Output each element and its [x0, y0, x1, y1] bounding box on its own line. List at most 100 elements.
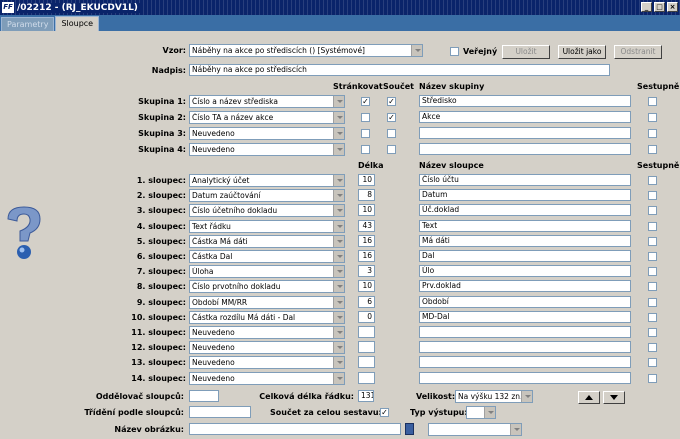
group-select[interactable]: Neuvedeno — [189, 127, 345, 140]
column-name-input[interactable]: Úč.doklad — [419, 204, 631, 216]
column-sestupne-checkbox[interactable] — [648, 237, 657, 246]
group-strankovat-checkbox[interactable]: ✓ — [361, 97, 370, 106]
column-sestupne-checkbox[interactable] — [648, 267, 657, 276]
typ-vystupu-select[interactable] — [466, 406, 496, 419]
column-name-input[interactable] — [419, 326, 631, 338]
column-length-input[interactable]: 3 — [358, 265, 375, 277]
column-length-input[interactable] — [358, 356, 375, 368]
group-sestupne-checkbox[interactable] — [648, 129, 657, 138]
column-name-input[interactable]: Dal — [419, 250, 631, 262]
velikost-select[interactable]: Na výšku 132 zn. — [455, 390, 533, 403]
column-sestupne-checkbox[interactable] — [648, 176, 657, 185]
minimize-button[interactable]: _ — [641, 2, 652, 12]
column-select[interactable]: Neuvedeno — [189, 326, 345, 339]
obrazek-input[interactable] — [189, 423, 401, 435]
oddelovac-input[interactable] — [189, 390, 219, 402]
column-length-input[interactable]: 10 — [358, 174, 375, 186]
column-name-input[interactable]: Číslo účtu — [419, 174, 631, 186]
column-select[interactable]: Neuvedeno — [189, 372, 345, 385]
group-strankovat-checkbox[interactable] — [361, 113, 370, 122]
column-sestupne-checkbox[interactable] — [648, 191, 657, 200]
move-down-button[interactable] — [603, 391, 625, 404]
column-sestupne-checkbox[interactable] — [648, 358, 657, 367]
soucet-sestavy-checkbox[interactable]: ✓ — [380, 408, 389, 417]
maximize-button[interactable]: □ — [654, 2, 665, 12]
column-select[interactable]: Období MM/RR — [189, 296, 345, 309]
column-name-input[interactable] — [419, 372, 631, 384]
verejny-checkbox[interactable] — [450, 47, 459, 56]
column-length-input[interactable] — [358, 326, 375, 338]
group-sestupne-checkbox[interactable] — [648, 113, 657, 122]
column-sestupne-checkbox[interactable] — [648, 374, 657, 383]
delete-button[interactable]: Odstranit — [614, 45, 662, 59]
group-name-input[interactable]: Akce — [419, 111, 631, 123]
column-length-input[interactable]: 43 — [358, 220, 375, 232]
column-sestupne-checkbox[interactable] — [648, 298, 657, 307]
obrazek-select[interactable] — [428, 423, 522, 436]
column-select[interactable]: Datum zaúčtování — [189, 189, 345, 202]
group-select[interactable]: Číslo a název střediska — [189, 95, 345, 108]
column-length-input[interactable] — [358, 372, 375, 384]
group-sestupne-checkbox[interactable] — [648, 145, 657, 154]
column-name-input[interactable]: MD-Dal — [419, 311, 631, 323]
group-name-input[interactable] — [419, 143, 631, 155]
group-select[interactable]: Číslo TA a název akce — [189, 111, 345, 124]
column-name-input[interactable]: Má dáti — [419, 235, 631, 247]
column-length-input[interactable]: 16 — [358, 235, 375, 247]
column-name-input[interactable]: Text — [419, 220, 631, 232]
group-name-input[interactable]: Středisko — [419, 95, 631, 107]
trideni-input[interactable] — [189, 406, 251, 418]
column-length-input[interactable]: 6 — [358, 296, 375, 308]
group-soucet-checkbox[interactable] — [387, 145, 396, 154]
group-soucet-checkbox[interactable]: ✓ — [387, 97, 396, 106]
column-label: 4. sloupec: — [136, 222, 186, 231]
column-length-input[interactable]: 8 — [358, 189, 375, 201]
column-length-input[interactable] — [358, 341, 375, 353]
vzor-select[interactable]: Náběhy na akce po střediscích () [Systém… — [189, 44, 423, 57]
column-name-input[interactable] — [419, 341, 631, 353]
group-strankovat-checkbox[interactable] — [361, 145, 370, 154]
column-length-input[interactable]: 10 — [358, 204, 375, 216]
nadpis-input[interactable]: Náběhy na akce po střediscích — [189, 64, 610, 76]
column-sestupne-checkbox[interactable] — [648, 206, 657, 215]
column-sestupne-checkbox[interactable] — [648, 222, 657, 231]
tab-sloupce[interactable]: Sloupce — [55, 16, 100, 31]
column-select[interactable]: Číslo účetního dokladu — [189, 204, 345, 217]
column-name-input[interactable] — [419, 356, 631, 368]
group-strankovat-checkbox[interactable] — [361, 129, 370, 138]
move-up-button[interactable] — [578, 391, 600, 404]
column-select[interactable]: Částka Dal — [189, 250, 345, 263]
column-sestupne-checkbox[interactable] — [648, 343, 657, 352]
column-sestupne-checkbox[interactable] — [648, 282, 657, 291]
chevron-down-icon — [411, 45, 422, 56]
group-name-input[interactable] — [419, 127, 631, 139]
column-select[interactable]: Částka Má dáti — [189, 235, 345, 248]
column-length-input[interactable]: 10 — [358, 280, 375, 292]
column-select[interactable]: Číslo prvotního dokladu — [189, 280, 345, 293]
group-sestupne-checkbox[interactable] — [648, 97, 657, 106]
group-select[interactable]: Neuvedeno — [189, 143, 345, 156]
browse-list-icon[interactable] — [405, 423, 414, 435]
column-select[interactable]: Neuvedeno — [189, 341, 345, 354]
column-length-input[interactable]: 16 — [358, 250, 375, 262]
column-select[interactable]: Analytický účet — [189, 174, 345, 187]
column-name-input[interactable]: Datum — [419, 189, 631, 201]
column-select[interactable]: Částka rozdílu Má dáti - Dal — [189, 311, 345, 324]
column-select[interactable]: Neuvedeno — [189, 356, 345, 369]
column-name-input[interactable]: Úlo — [419, 265, 631, 277]
column-select[interactable]: Text řádku — [189, 220, 345, 233]
column-label: 8. sloupec: — [136, 282, 186, 291]
column-sestupne-checkbox[interactable] — [648, 328, 657, 337]
column-sestupne-checkbox[interactable] — [648, 252, 657, 261]
column-sestupne-checkbox[interactable] — [648, 313, 657, 322]
group-soucet-checkbox[interactable] — [387, 129, 396, 138]
save-button[interactable]: Uložit — [502, 45, 550, 59]
column-select[interactable]: Úloha — [189, 265, 345, 278]
save-as-button[interactable]: Uložit jako — [558, 45, 606, 59]
column-length-input[interactable]: 0 — [358, 311, 375, 323]
column-name-input[interactable]: Období — [419, 296, 631, 308]
column-name-input[interactable]: Prv.doklad — [419, 280, 631, 292]
tab-parametry[interactable]: Parametry — [1, 17, 55, 31]
group-soucet-checkbox[interactable]: ✓ — [387, 113, 396, 122]
close-button[interactable]: × — [667, 2, 678, 12]
